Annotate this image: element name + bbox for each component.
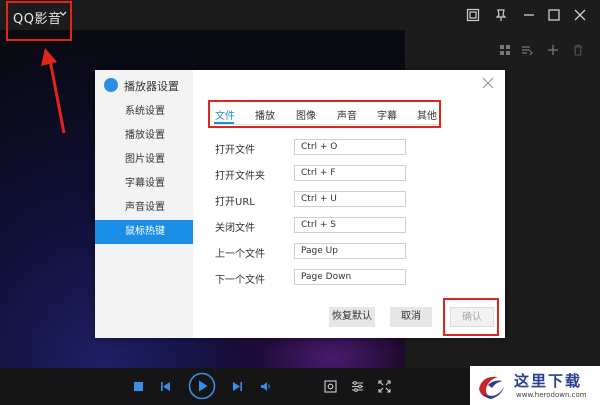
stop-icon[interactable] bbox=[133, 381, 144, 392]
watermark-text: 这里下载 bbox=[514, 372, 583, 390]
volume-icon[interactable] bbox=[260, 381, 272, 392]
hotkey-label-open-url: 打开URL bbox=[215, 197, 255, 208]
sidebar-item-image[interactable]: 图片设置 bbox=[95, 148, 193, 172]
settings-sidebar: 播放器设置 系统设置 播放设置 图片设置 字幕设置 声音设置 鼠标热键 bbox=[95, 70, 193, 338]
sidebar-item-playback[interactable]: 播放设置 bbox=[95, 124, 193, 148]
sidebar-item-system[interactable]: 系统设置 bbox=[95, 100, 193, 124]
callout-app-menu bbox=[6, 1, 72, 41]
qq-player-logo-icon bbox=[104, 78, 118, 92]
title-bar: QQ影音 bbox=[0, 0, 600, 30]
dialog-title: 播放器设置 bbox=[124, 80, 179, 93]
hotkey-field-previous-file[interactable]: Page Up bbox=[294, 243, 406, 259]
maximize-icon[interactable] bbox=[547, 8, 561, 22]
delete-icon[interactable] bbox=[572, 44, 584, 56]
callout-confirm bbox=[443, 298, 499, 336]
cancel-button[interactable]: 取消 bbox=[390, 307, 432, 327]
hotkey-label-close-file: 关闭文件 bbox=[215, 223, 255, 234]
hotkey-label-next-file: 下一个文件 bbox=[215, 275, 265, 286]
minimize-icon[interactable] bbox=[522, 8, 536, 22]
dialog-close-icon[interactable] bbox=[482, 77, 494, 89]
sort-icon[interactable] bbox=[521, 44, 533, 56]
close-icon[interactable] bbox=[573, 8, 587, 22]
hotkey-label-open-file: 打开文件 bbox=[215, 145, 255, 156]
screenshot-tool-icon[interactable] bbox=[324, 380, 337, 393]
hotkey-field-open-url[interactable]: Ctrl + U bbox=[294, 191, 406, 207]
site-watermark: 这里下载 www.herodown.com bbox=[470, 366, 600, 405]
qq-player-window: QQ影音 播放器设置 系统设置 播放设置 图片设置 字幕设置 声音设置 鼠标热键… bbox=[0, 0, 600, 405]
hotkey-field-next-file[interactable]: Page Down bbox=[294, 269, 406, 285]
previous-icon[interactable] bbox=[160, 381, 171, 392]
pin-icon[interactable] bbox=[494, 8, 508, 22]
sidebar-item-hotkeys[interactable]: 鼠标热键 bbox=[95, 220, 193, 244]
screenshot-icon[interactable] bbox=[466, 8, 480, 22]
grid-view-icon[interactable] bbox=[499, 44, 511, 56]
fullscreen-icon[interactable] bbox=[378, 380, 391, 393]
watermark-url: www.herodown.com bbox=[516, 391, 587, 399]
watermark-logo-icon bbox=[479, 376, 504, 399]
hotkey-field-open-folder[interactable]: Ctrl + F bbox=[294, 165, 406, 181]
hotkey-label-open-folder: 打开文件夹 bbox=[215, 171, 265, 182]
settings-sliders-icon[interactable] bbox=[351, 380, 364, 393]
hotkey-field-close-file[interactable]: Ctrl + S bbox=[294, 217, 406, 233]
next-icon[interactable] bbox=[232, 381, 243, 392]
hotkey-label-previous-file: 上一个文件 bbox=[215, 249, 265, 260]
reset-defaults-button[interactable]: 恢复默认 bbox=[329, 307, 375, 327]
add-icon[interactable] bbox=[547, 44, 559, 56]
sidebar-item-subtitle[interactable]: 字幕设置 bbox=[95, 172, 193, 196]
sidebar-item-sound[interactable]: 声音设置 bbox=[95, 196, 193, 220]
callout-tabs bbox=[208, 100, 441, 128]
hotkey-field-open-file[interactable]: Ctrl + O bbox=[294, 139, 406, 155]
play-icon[interactable] bbox=[188, 372, 216, 400]
